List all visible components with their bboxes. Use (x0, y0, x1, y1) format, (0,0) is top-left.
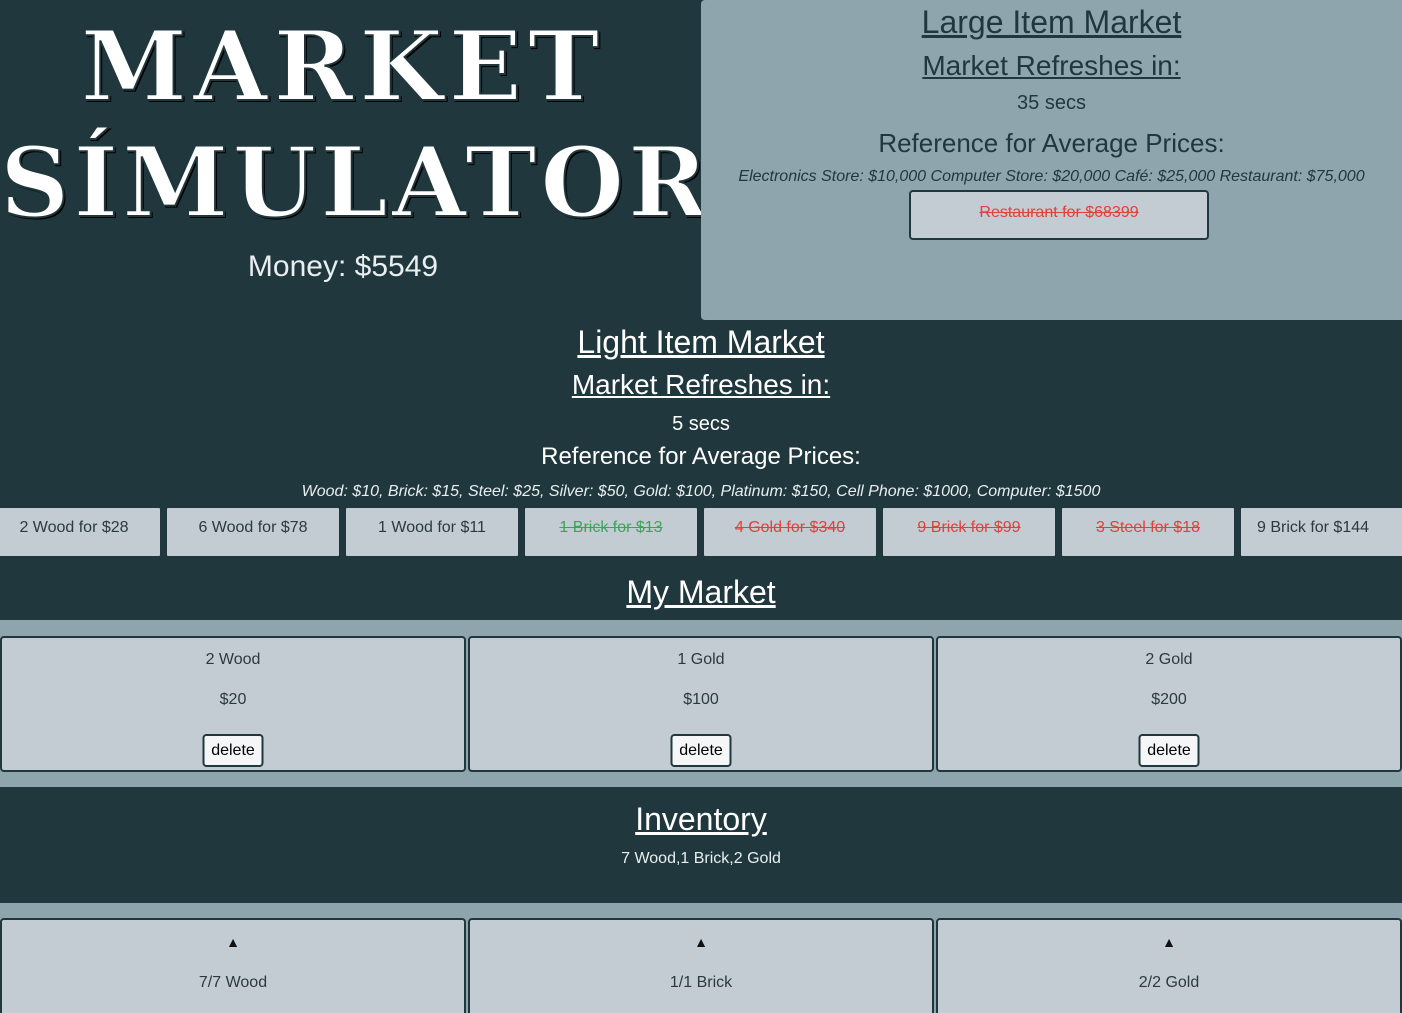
light-offer-button[interactable]: 2 Wood for $28 (0, 506, 162, 558)
game-title-line1: MARKET (80, 9, 606, 124)
inventory-item-quantity: 1/1 Brick (669, 974, 733, 991)
delete-listing-button[interactable]: delete (670, 734, 732, 767)
light-offer-button[interactable]: 1 Wood for $11 (344, 506, 520, 558)
inventory-item-card: ▲ 7/7 Wood (0, 918, 466, 1013)
delete-listing-button[interactable]: delete (1138, 734, 1200, 767)
light-offer-button[interactable]: 9 Brick for $144 (1239, 506, 1402, 558)
game-title-line2: SÍMULATOR (0, 125, 712, 240)
title-area: MARKET SÍMULATOR Money: $5549 (0, 0, 712, 320)
inventory-item-quantity: 7/7 Wood (198, 974, 268, 991)
large-item-market-panel: Large Item Market Market Refreshes in: 3… (701, 0, 1402, 320)
light-market-reference-label: Reference for Average Prices: (541, 443, 861, 470)
large-market-reference-label: Reference for Average Prices: (878, 128, 1225, 158)
large-market-refresh-timer: 35 secs (1017, 92, 1086, 114)
up-arrow-icon[interactable]: ▲ (2, 934, 464, 950)
my-market-listing: 2 Gold $200 delete (936, 636, 1402, 772)
inventory-item-card: ▲ 1/1 Brick (468, 918, 934, 1013)
inventory-title: Inventory (635, 801, 767, 837)
light-market-refresh-timer: 5 secs (672, 413, 730, 435)
up-arrow-icon[interactable]: ▲ (470, 934, 932, 950)
listing-item: 1 Gold (677, 651, 725, 668)
listing-price: $200 (1151, 691, 1187, 708)
inventory-summary: 7 Wood,1 Brick,2 Gold (621, 850, 781, 867)
my-market-listing: 2 Wood $20 delete (0, 636, 466, 772)
light-offer-button[interactable]: 6 Wood for $78 (165, 506, 341, 558)
light-market-reference-prices: Wood: $10, Brick: $15, Steel: $25, Silve… (301, 483, 1101, 500)
light-offer-button[interactable]: 1 Brick for $13 (523, 506, 699, 558)
delete-listing-button[interactable]: delete (202, 734, 264, 767)
light-market-refresh-label: Market Refreshes in: (571, 369, 831, 400)
light-offer-button[interactable]: 4 Gold for $340 (702, 506, 878, 558)
large-market-reference-prices: Electronics Store: $10,000 Computer Stor… (738, 168, 1365, 185)
my-market-title: My Market (626, 574, 776, 610)
money-display: Money: $5549 (247, 250, 439, 283)
page: MARKET SÍMULATOR Money: $5549 Large Item… (0, 0, 1402, 1013)
up-arrow-icon[interactable]: ▲ (938, 934, 1400, 950)
inventory-item-card: ▲ 2/2 Gold (936, 918, 1402, 1013)
large-market-offer[interactable]: Restaurant for $68399 (909, 190, 1209, 240)
my-market-listing: 1 Gold $100 delete (468, 636, 934, 772)
light-offer-button[interactable]: 3 Steel for $18 (1060, 506, 1236, 558)
large-market-refresh-label: Market Refreshes in: (922, 50, 1181, 81)
light-market-title: Light Item Market (577, 324, 825, 360)
listing-item: 2 Gold (1145, 651, 1193, 668)
light-market-offers: 2 Wood for $28 6 Wood for $78 1 Wood for… (0, 506, 1402, 558)
listing-item: 2 Wood (205, 651, 261, 668)
listing-price: $20 (219, 691, 247, 708)
large-market-title: Large Item Market (921, 4, 1182, 40)
listing-price: $100 (683, 691, 719, 708)
inventory-item-quantity: 2/2 Gold (1138, 974, 1200, 991)
light-offer-button[interactable]: 9 Brick for $99 (881, 506, 1057, 558)
